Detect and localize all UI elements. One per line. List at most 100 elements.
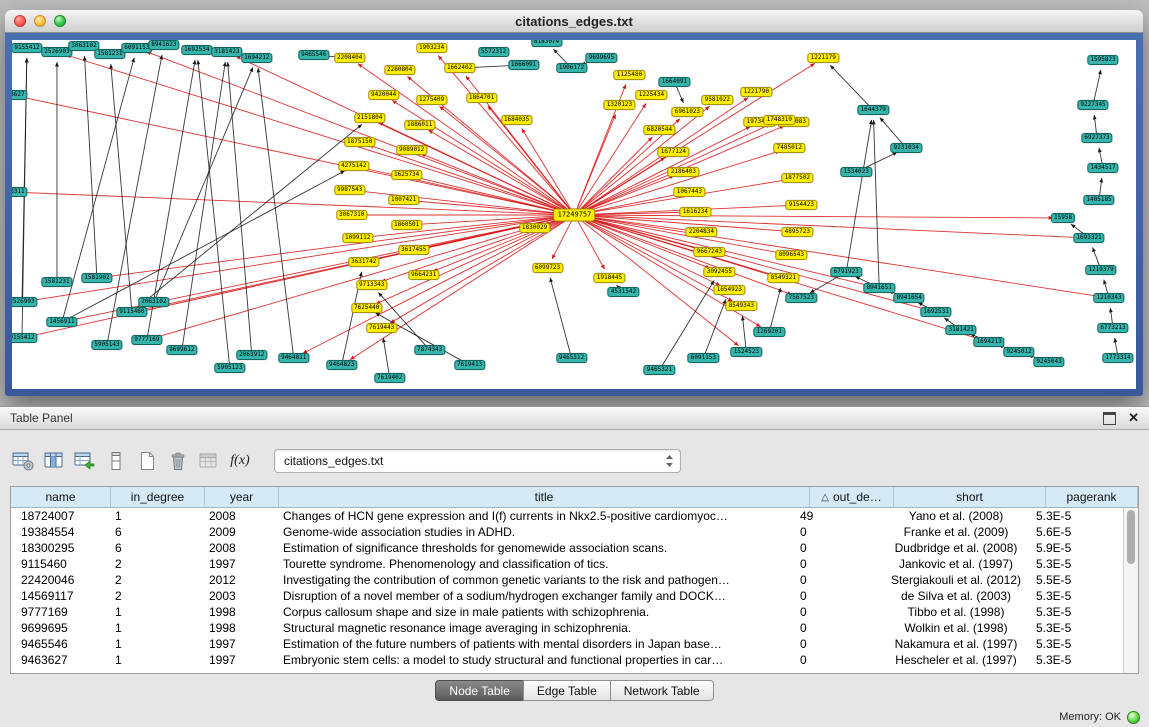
graph-node[interactable]: 1684035 (501, 115, 532, 125)
graph-node[interactable]: 9463311 (12, 187, 28, 197)
graph-node[interactable]: 1903234 (416, 43, 447, 53)
column-header-short[interactable]: short (894, 487, 1046, 507)
graph-edge[interactable] (236, 56, 570, 213)
column-header-pagerank[interactable]: pagerank (1046, 487, 1138, 507)
column-header-year[interactable]: year (205, 487, 279, 507)
graph-node[interactable]: 2280804 (384, 65, 415, 75)
graph-node[interactable]: 8941654 (894, 293, 925, 303)
graph-edge[interactable] (1104, 280, 1108, 294)
graph-edge[interactable] (1100, 178, 1102, 195)
table-row[interactable]: 2242004622012Investigating the contribut… (11, 572, 1124, 588)
graph-edge[interactable] (880, 118, 903, 145)
graph-node[interactable]: 1694212 (241, 53, 272, 63)
graph-node[interactable]: 1654923 (714, 285, 745, 295)
graph-node[interactable]: 9245012 (1003, 347, 1034, 357)
graph-edge[interactable] (578, 137, 652, 211)
graph-node[interactable]: 7619413 (454, 360, 485, 370)
graph-node[interactable]: 1693321 (1073, 233, 1104, 243)
tab-node-table[interactable]: Node Table (435, 680, 524, 701)
graph-node[interactable]: 1007421 (388, 195, 419, 205)
column-header-out_de[interactable]: △out_de… (810, 487, 894, 507)
table-row[interactable]: 1456911722003Disruption of a novel membe… (11, 588, 1124, 604)
graph-node-hub[interactable]: 17249757 (554, 209, 596, 222)
graph-node[interactable]: 1434517 (1087, 163, 1118, 173)
graph-node[interactable]: 9987543 (334, 185, 365, 195)
graph-node[interactable]: 1662402 (444, 63, 475, 73)
graph-edge[interactable] (1094, 70, 1101, 100)
graph-edge[interactable] (552, 219, 572, 259)
table-row[interactable]: 1938455462009Genome-wide association stu… (11, 524, 1124, 540)
graph-node[interactable]: 9465546 (298, 50, 329, 60)
graph-node[interactable]: 1456911 (46, 317, 77, 327)
graph-node[interactable]: 2063912 (236, 350, 267, 360)
graph-edge[interactable] (156, 67, 253, 297)
graph-node[interactable]: 1692534 (181, 45, 212, 55)
graph-node[interactable]: 5572312 (478, 47, 509, 57)
graph-node[interactable]: 9465321 (644, 365, 675, 375)
graph-node[interactable]: 1886011 (404, 120, 435, 130)
select-all-button[interactable] (196, 448, 222, 474)
graph-node[interactable]: 1860501 (391, 220, 422, 230)
graph-node[interactable]: 9231034 (891, 143, 922, 153)
float-panel-icon[interactable] (1103, 412, 1116, 425)
table-row[interactable]: 946554611997Estimation of the future num… (11, 636, 1124, 652)
graph-node[interactable]: 1625734 (391, 170, 422, 180)
graph-edge[interactable] (414, 201, 570, 215)
graph-node[interactable]: 2186403 (668, 167, 699, 177)
new-column-button[interactable] (134, 448, 160, 474)
graph-node[interactable]: 1221790 (741, 87, 772, 97)
graph-node[interactable]: 1099112 (342, 233, 373, 243)
column-header-title[interactable]: title (279, 487, 810, 507)
graph-node[interactable]: 9713343 (356, 280, 387, 290)
graph-node[interactable]: 2204834 (686, 227, 717, 237)
graph-node[interactable]: 1534023 (841, 167, 872, 177)
graph-edge[interactable] (1115, 338, 1118, 353)
graph-node[interactable]: 2526903 (12, 297, 38, 307)
graph-node[interactable]: 3092455 (704, 267, 735, 277)
network-canvas[interactable]: 1724975791554122526903306310215812316091… (12, 40, 1136, 389)
close-button[interactable] (14, 15, 26, 27)
table-selector-dropdown[interactable]: citations_edges.txt (274, 449, 681, 473)
graph-node[interactable]: 9664231 (408, 270, 439, 280)
graph-node[interactable]: 2063102 (138, 297, 169, 307)
graph-edge[interactable] (84, 56, 96, 273)
graph-node[interactable]: 7619443 (366, 323, 397, 333)
row-height-button[interactable] (103, 448, 129, 474)
graph-edge[interactable] (579, 216, 1099, 297)
graph-node[interactable]: 1125480 (614, 70, 645, 80)
graph-node[interactable]: 8183074 (531, 40, 562, 47)
graph-edge[interactable] (676, 87, 683, 103)
column-header-in_degree[interactable]: in_degree (111, 487, 205, 507)
graph-node[interactable]: 7625440 (351, 303, 382, 313)
graph-node[interactable]: 1225434 (636, 90, 667, 100)
delete-column-button[interactable] (165, 448, 191, 474)
graph-edge[interactable] (847, 120, 872, 267)
tab-edge-table[interactable]: Edge Table (523, 680, 611, 701)
zoom-button[interactable] (54, 15, 66, 27)
window-titlebar[interactable]: citations_edges.txt (5, 10, 1143, 33)
graph-node[interactable]: 8549343 (726, 301, 757, 311)
graph-node[interactable]: 1320123 (604, 100, 635, 110)
graph-node[interactable]: 5905143 (91, 340, 122, 350)
graph-node[interactable]: 1644379 (858, 105, 889, 115)
graph-node[interactable]: 6791923 (831, 267, 862, 277)
graph-node[interactable]: 9464811 (278, 353, 309, 363)
graph-node[interactable]: 1877502 (782, 173, 813, 183)
graph-node[interactable]: 9464823 (326, 360, 357, 370)
graph-edge[interactable] (383, 338, 389, 373)
graph-edge[interactable] (66, 55, 569, 213)
graph-node[interactable]: 4531542 (608, 287, 639, 297)
table-row[interactable]: 1872400712008Changes of HCN gene express… (11, 508, 1124, 524)
graph-node[interactable]: 7874343 (414, 345, 445, 355)
graph-node[interactable]: 1875150 (344, 137, 375, 147)
graph-edge[interactable] (742, 316, 745, 347)
table-row[interactable]: 946362711997Embryonic stem cells: a mode… (11, 652, 1124, 668)
graph-node[interactable]: 6820544 (644, 125, 675, 135)
graph-edge[interactable] (705, 299, 726, 353)
graph-node[interactable]: 1830029 (519, 223, 550, 233)
graph-node[interactable]: 9777169 (131, 335, 162, 345)
graph-node[interactable]: 8941623 (148, 40, 179, 50)
graph-node[interactable]: 9115460 (116, 307, 147, 317)
graph-node[interactable]: 1581902 (81, 273, 112, 283)
graph-node[interactable]: 1906172 (556, 63, 587, 73)
